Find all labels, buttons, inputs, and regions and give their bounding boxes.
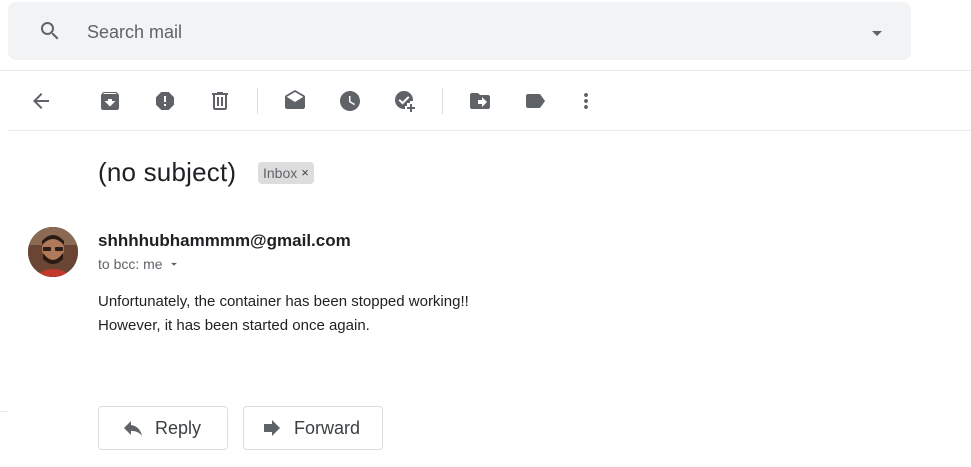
divider [0,70,971,71]
email-body: Unfortunately, the container has been st… [98,290,469,338]
reply-label: Reply [155,417,202,438]
label-icon[interactable] [523,89,547,113]
divider [0,411,8,412]
show-details-caret-icon[interactable] [167,257,181,271]
toolbar-separator [257,88,258,114]
more-options-icon[interactable] [574,89,598,113]
recipient-text: to bcc: me [98,256,163,272]
sender-email: shhhhubhammmm@gmail.com [98,231,351,250]
move-to-icon[interactable] [468,89,492,113]
forward-label: Forward [294,417,361,438]
mark-unread-icon[interactable] [283,89,307,113]
archive-icon[interactable] [98,89,122,113]
body-line: However, it has been started once again. [98,317,370,334]
reply-icon [124,421,142,436]
search-bar[interactable] [8,2,911,60]
search-icon[interactable] [38,19,62,43]
search-input[interactable] [87,21,787,43]
add-to-tasks-icon[interactable] [393,89,417,113]
body-line: Unfortunately, the container has been st… [98,293,469,310]
forward-icon [264,420,280,436]
toolbar-separator [442,88,443,114]
back-arrow-icon[interactable] [29,89,53,113]
label-chip-text: Inbox [263,165,298,181]
snooze-icon[interactable] [338,89,362,113]
search-options-caret-icon[interactable] [865,21,889,45]
remove-label-icon[interactable]: × [301,162,309,184]
reply-button[interactable]: Reply [98,406,228,450]
divider [8,130,971,131]
report-spam-icon[interactable] [153,89,177,113]
forward-button[interactable]: Forward [243,406,383,450]
delete-icon[interactable] [208,89,232,113]
label-chip-inbox: Inbox × [258,162,314,184]
recipient-line: to bcc: me [98,256,181,272]
email-subject: (no subject) [98,157,237,187]
avatar[interactable] [28,227,78,277]
